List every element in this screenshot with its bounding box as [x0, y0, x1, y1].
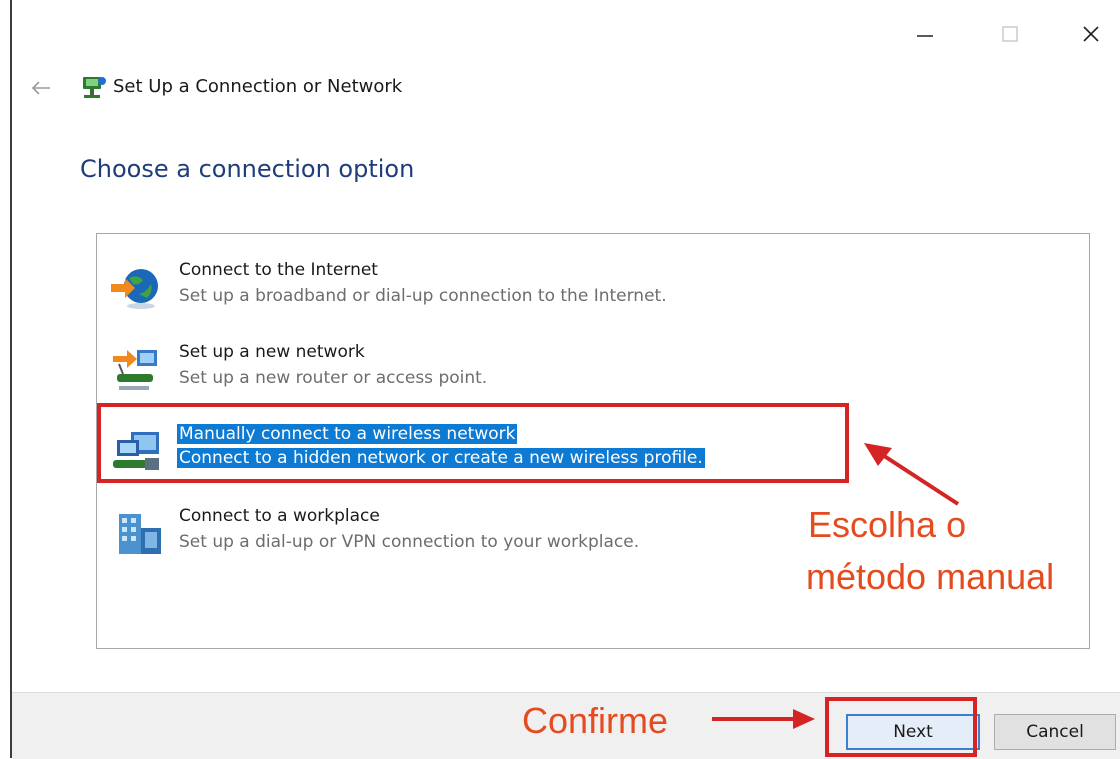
annotation-choose-line1: Escolha o	[808, 504, 967, 545]
option-description: Set up a new router or access point.	[179, 368, 488, 388]
option-new-network[interactable]: Set up a new network Set up a new router…	[101, 340, 1085, 404]
option-title: Connect to a workplace	[179, 506, 380, 526]
option-description: Set up a broadband or dial-up connection…	[179, 286, 667, 306]
option-title: Connect to the Internet	[179, 260, 378, 280]
highlight-box-manual-option	[97, 403, 849, 483]
page-heading: Choose a connection option	[80, 155, 415, 183]
minimize-icon	[917, 35, 933, 37]
cancel-button[interactable]: Cancel	[994, 714, 1116, 750]
close-button[interactable]	[1068, 14, 1114, 54]
highlight-box-next-button	[825, 697, 977, 757]
maximize-button[interactable]	[987, 14, 1033, 54]
back-button[interactable]	[28, 76, 54, 100]
option-connect-internet[interactable]: Connect to the Internet Set up a broadba…	[101, 258, 1085, 322]
close-icon	[1083, 26, 1099, 42]
option-title: Set up a new network	[179, 342, 365, 362]
globe-icon	[109, 264, 165, 314]
minimize-button[interactable]	[902, 14, 948, 54]
router-icon	[109, 346, 165, 396]
network-setup-icon	[80, 74, 108, 102]
dialog-window: Set Up a Connection or Network Choose a …	[10, 0, 1120, 759]
annotation-confirm: Confirme	[522, 700, 669, 741]
back-arrow-icon	[31, 81, 50, 95]
annotation-choose-line2: método manual	[806, 556, 1055, 597]
workplace-icon	[109, 510, 165, 560]
window-title: Set Up a Connection or Network	[113, 76, 403, 97]
option-description: Set up a dial-up or VPN connection to yo…	[179, 532, 640, 552]
maximize-icon	[1002, 26, 1018, 42]
